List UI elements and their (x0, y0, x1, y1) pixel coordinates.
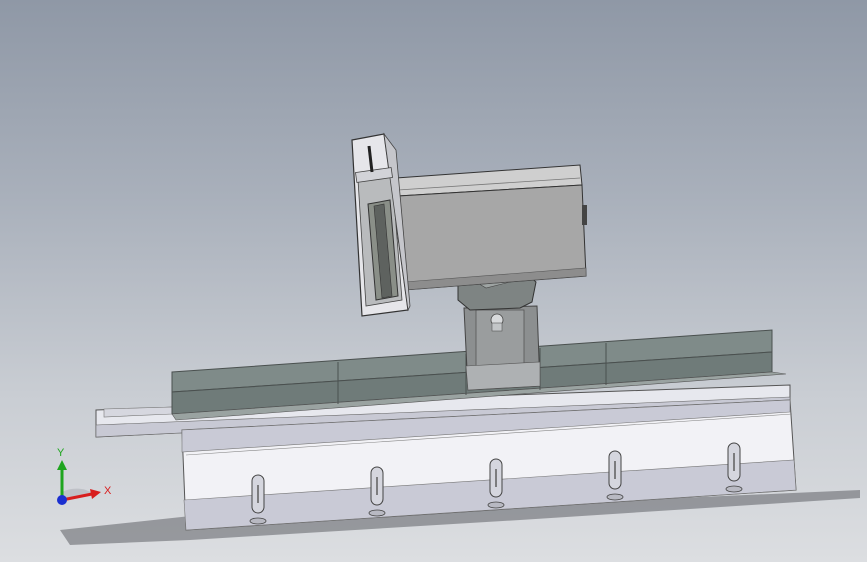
coordinate-triad[interactable]: Y X (57, 447, 112, 505)
machine-model-view[interactable]: Y X (0, 0, 867, 562)
motor-housing[interactable] (395, 164, 587, 291)
triad-x-label: X (104, 485, 112, 497)
triad-x-arrowhead (90, 489, 101, 499)
cad-viewport[interactable]: Y X (0, 0, 867, 562)
pillar-base (465, 361, 541, 391)
triad-y-arrowhead (57, 460, 67, 470)
support-pillar[interactable] (463, 305, 541, 391)
triad-z-axis (57, 495, 67, 505)
pillar-bolt-shaft (491, 322, 503, 332)
triad-y-label: Y (57, 447, 65, 459)
housing-end-cap (582, 205, 587, 225)
blade-assembly[interactable] (351, 132, 411, 317)
